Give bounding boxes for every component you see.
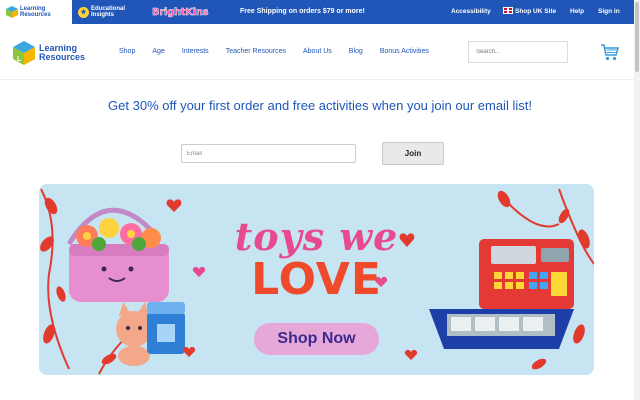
help-link[interactable]: Help	[570, 0, 584, 24]
site-logo[interactable]: L Learning Resources	[12, 40, 85, 66]
accessibility-link[interactable]: Accessibility	[451, 0, 491, 24]
page: { "topbar": { "brands": [ {"name": "Lear…	[0, 0, 640, 400]
nav-item-age[interactable]: Age	[152, 48, 164, 55]
banner-headline-love: LOVE	[251, 254, 382, 305]
nav-item-shop[interactable]: Shop	[119, 48, 135, 55]
email-field[interactable]	[181, 144, 356, 163]
cart-icon[interactable]	[600, 42, 620, 62]
search-input[interactable]	[468, 41, 568, 63]
site-header: L Learning Resources Shop Age Interests …	[0, 24, 640, 80]
shipping-message: Free Shipping on orders $79 or more!	[240, 8, 365, 15]
nav-item-interests[interactable]: Interests	[182, 48, 209, 55]
uk-site-link[interactable]: Shop UK Site	[503, 0, 556, 24]
brand-tab-learning-resources[interactable]: Learning Resources	[0, 0, 72, 24]
brand-tab-brightkins[interactable]: BrightKins	[146, 0, 218, 24]
cube-logo-icon	[6, 6, 18, 18]
join-button[interactable]: Join	[382, 142, 444, 165]
page-scrollbar[interactable]	[634, 0, 640, 400]
logo-text: Learning Resources	[39, 43, 86, 62]
brand-bar: Learning Resources ★ Educational Insight…	[0, 0, 640, 24]
brand-educational-insights-label: Educational Insights	[91, 6, 126, 18]
hero-banner[interactable]: toys we LOVE Shop Now	[39, 184, 594, 375]
uk-site-label: Shop UK Site	[515, 8, 557, 15]
brand-brightkins-label: BrightKins	[152, 6, 209, 18]
uk-flag-icon	[503, 7, 513, 14]
kitten-toy	[116, 302, 152, 366]
cube-logo-icon: L	[13, 41, 35, 65]
email-promo-headline: Get 30% off your first order and free ac…	[108, 98, 532, 113]
svg-text:L: L	[17, 56, 22, 63]
nav-item-blog[interactable]: Blog	[349, 48, 363, 55]
shop-now-button[interactable]: Shop Now	[254, 323, 379, 355]
brand-tab-educational-insights[interactable]: ★ Educational Insights	[72, 0, 146, 24]
brand-learning-resources-label: Learning Resources	[20, 6, 51, 18]
blue-box-toy	[147, 302, 185, 354]
nav-item-bonus-activities[interactable]: Bonus Activities	[380, 48, 429, 55]
star-icon: ★	[78, 6, 89, 18]
nav-item-about-us[interactable]: About Us	[303, 48, 332, 55]
main-nav: Shop Age Interests Teacher Resources Abo…	[119, 48, 446, 55]
scrollbar-thumb[interactable]	[635, 2, 639, 72]
signin-link[interactable]: Sign in	[598, 0, 620, 24]
banner-headline-toys-we: toys we	[234, 214, 399, 259]
nav-item-teacher-resources[interactable]: Teacher Resources	[226, 48, 286, 55]
